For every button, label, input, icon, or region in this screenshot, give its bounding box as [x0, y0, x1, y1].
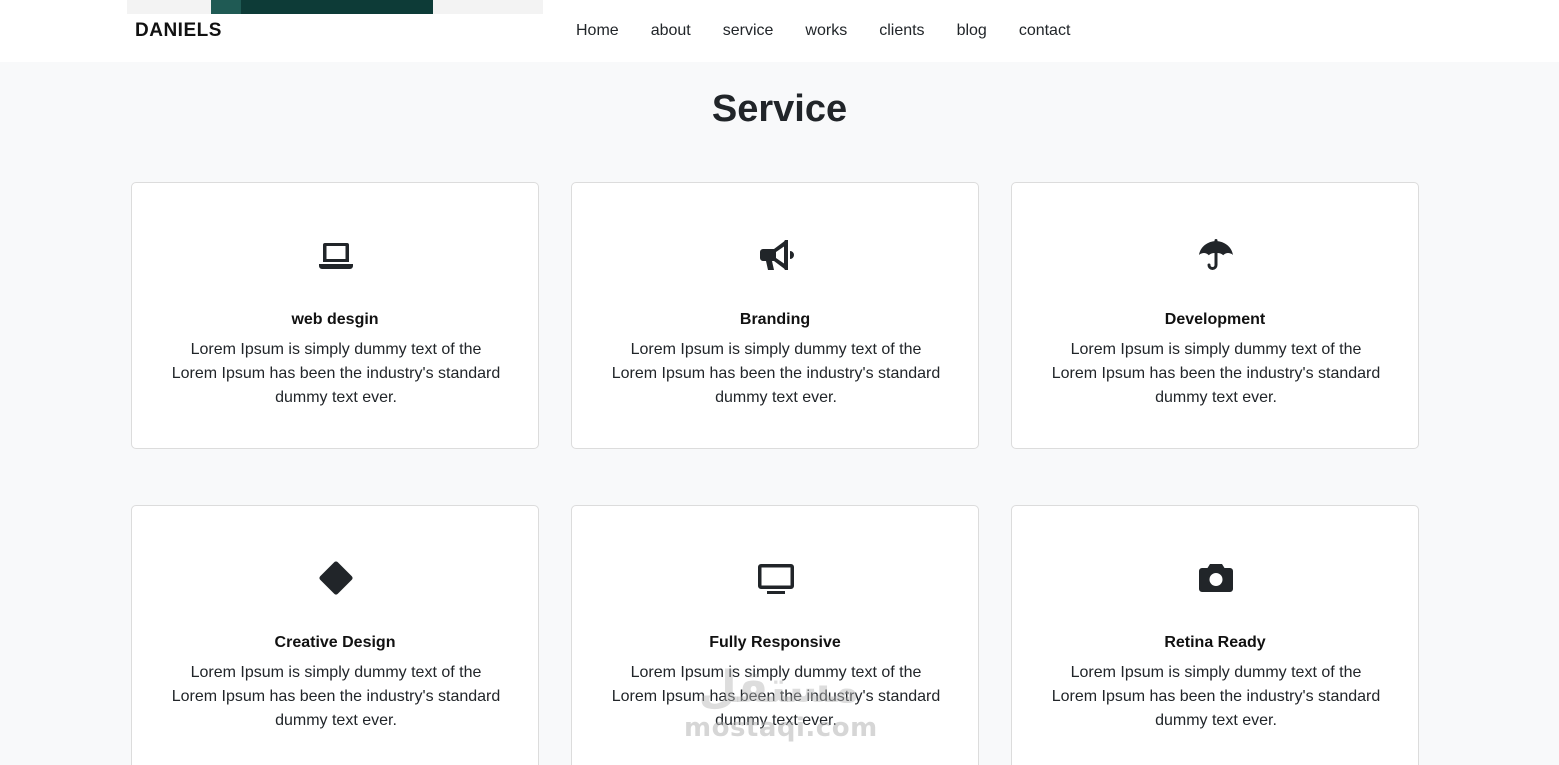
service-card-title: Branding [739, 311, 811, 328]
service-card-title: Fully Responsive [709, 634, 841, 651]
service-card-text: Lorem Ipsum is simply dummy text of the … [1051, 341, 1381, 406]
service-card-title: web desgin [291, 311, 379, 328]
service-card-text: Lorem Ipsum is simply dummy text of the … [611, 664, 941, 729]
service-card-web-design: web desgin Lorem Ipsum is simply dummy t… [131, 182, 539, 449]
umbrella-icon [1196, 235, 1236, 275]
hero-image [211, 0, 433, 14]
hero-image-strip [127, 0, 543, 14]
service-card-title: Creative Design [274, 634, 396, 651]
service-card-text: Lorem Ipsum is simply dummy text of the … [1051, 664, 1381, 729]
nav-link-service[interactable]: service [707, 21, 790, 41]
service-card-title: Retina Ready [1164, 634, 1266, 651]
service-card-development: Development Lorem Ipsum is simply dummy … [1011, 182, 1419, 449]
megaphone-icon [756, 235, 796, 275]
service-card-retina-ready: Retina Ready Lorem Ipsum is simply dummy… [1011, 505, 1419, 765]
service-card-branding: Branding Lorem Ipsum is simply dummy tex… [571, 182, 979, 449]
service-card-text: Lorem Ipsum is simply dummy text of the … [611, 341, 941, 406]
nav-menu: Home about service works clients blog co… [560, 21, 1086, 41]
section-title: Service [711, 88, 848, 130]
nav-link-home[interactable]: Home [560, 21, 635, 41]
service-card-text: Lorem Ipsum is simply dummy text of the … [171, 341, 501, 406]
nav-link-contact[interactable]: contact [1003, 21, 1087, 41]
tv-icon [756, 558, 796, 598]
service-card-text: Lorem Ipsum is simply dummy text of the … [171, 664, 501, 729]
nav-link-about[interactable]: about [635, 21, 707, 41]
service-card-fully-responsive: Fully Responsive Lorem Ipsum is simply d… [571, 505, 979, 765]
brand-logo[interactable]: DANIELS [135, 20, 222, 42]
nav-link-blog[interactable]: blog [941, 21, 1003, 41]
service-card-title: Development [1164, 311, 1266, 328]
laptop-icon [316, 235, 356, 275]
diamond-icon [316, 558, 356, 598]
camera-icon [1196, 558, 1236, 598]
nav-link-works[interactable]: works [789, 21, 863, 41]
nav-link-clients[interactable]: clients [863, 21, 940, 41]
service-card-creative-design: Creative Design Lorem Ipsum is simply du… [131, 505, 539, 765]
navbar: DANIELS Home about service works clients… [0, 0, 1559, 62]
